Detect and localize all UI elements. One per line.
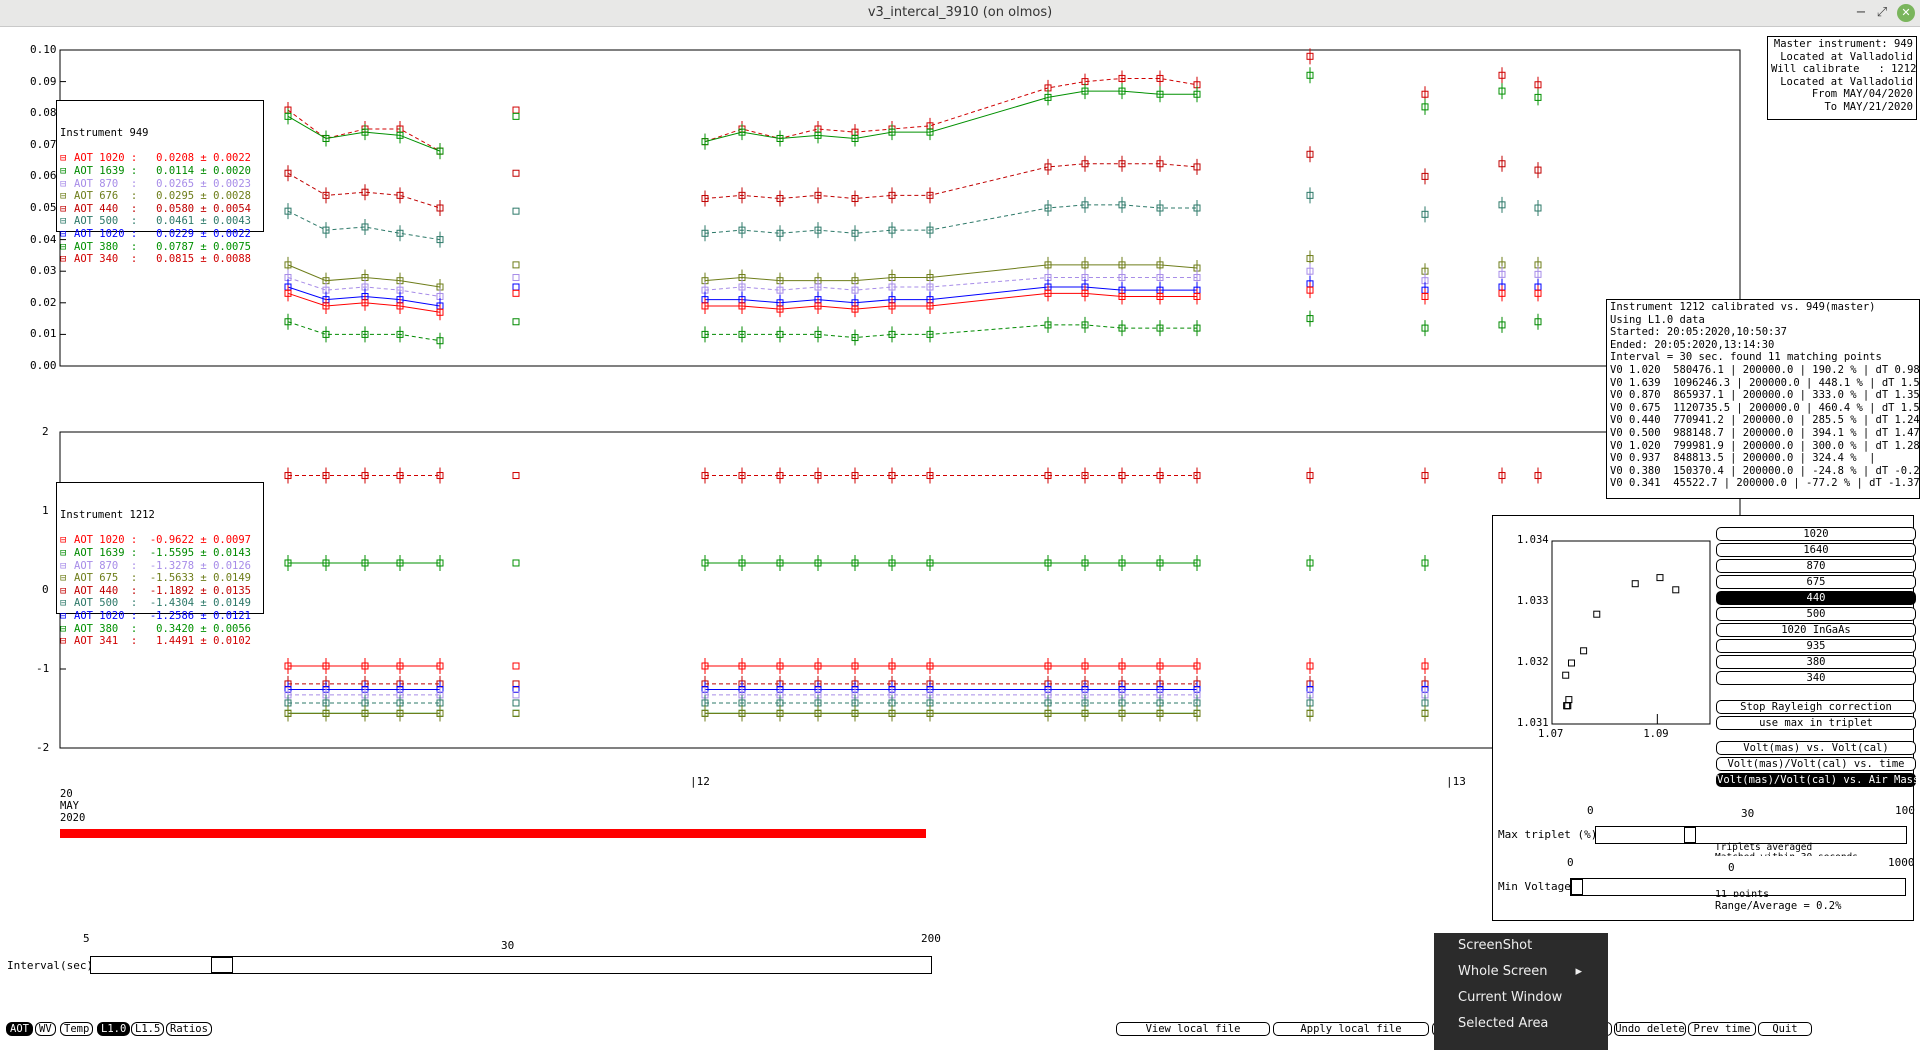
max-triplet-label: Max triplet (%) bbox=[1498, 828, 1598, 841]
quit-button[interactable]: Quit bbox=[1758, 1022, 1812, 1036]
menu-item-whole-screen[interactable]: Whole Screen ▸ bbox=[1434, 959, 1608, 985]
min-voltage-min: 0 bbox=[1567, 856, 1574, 869]
menu-item-current-window[interactable]: Current Window bbox=[1434, 985, 1608, 1011]
prev-time-button[interactable]: Prev time bbox=[1688, 1022, 1756, 1036]
wavelength-button-870[interactable]: 870 bbox=[1716, 559, 1916, 573]
interval-max: 200 bbox=[921, 932, 941, 945]
wavelength-button-1640[interactable]: 1640 bbox=[1716, 543, 1916, 557]
min-voltage-note: 11 points bbox=[1715, 889, 1770, 897]
min-voltage-label: Min Voltage bbox=[1498, 880, 1571, 893]
wavelength-button-440[interactable]: 440 bbox=[1716, 591, 1916, 605]
apply-local-file-button[interactable]: Apply local file bbox=[1273, 1022, 1429, 1036]
stop-rayleigh-button[interactable]: Stop Rayleigh correction bbox=[1716, 700, 1916, 714]
tab-wv[interactable]: WV bbox=[35, 1022, 56, 1036]
wavelength-button-1020[interactable]: 1020 bbox=[1716, 527, 1916, 541]
interval-min: 5 bbox=[83, 932, 90, 945]
max-triplet-slider-thumb[interactable] bbox=[1684, 827, 1696, 843]
max-triplet-note2: Matched within 30 seconds bbox=[1715, 852, 1858, 856]
interval-mid: 30 bbox=[501, 939, 515, 952]
tab-l15[interactable]: L1.5 bbox=[131, 1022, 165, 1036]
scatter-x-tick: 1.07 bbox=[1538, 728, 1564, 740]
wavelength-button-935[interactable]: 935 bbox=[1716, 639, 1916, 653]
scatter-y-tick: 1.034 bbox=[1517, 534, 1549, 546]
plot-mode-button[interactable]: Volt(mas)/Volt(cal) vs. Air Mass bbox=[1716, 773, 1919, 787]
wavelength-button-380[interactable]: 380 bbox=[1716, 655, 1916, 669]
min-voltage-slider-thumb[interactable] bbox=[1571, 879, 1583, 895]
min-voltage-range: Range/Average = 0.2% bbox=[1715, 900, 1842, 912]
interval-slider[interactable] bbox=[90, 956, 932, 974]
scatter-y-tick: 1.033 bbox=[1517, 595, 1549, 607]
tab-aot[interactable]: AOT bbox=[6, 1022, 33, 1036]
scatter-y-tick: 1.032 bbox=[1517, 656, 1549, 668]
scatter-x-tick: 1.09 bbox=[1643, 728, 1669, 740]
submenu-arrow-icon: ▸ bbox=[1575, 964, 1582, 979]
menu-item-screenshot[interactable]: ScreenShot bbox=[1434, 933, 1608, 959]
use-max-triplet-button[interactable]: use max in triplet bbox=[1716, 716, 1916, 730]
min-voltage-mid: 0 bbox=[1728, 861, 1735, 874]
wavelength-button-500[interactable]: 500 bbox=[1716, 607, 1916, 621]
max-triplet-mid: 30 bbox=[1741, 807, 1755, 820]
wavelength-button-675[interactable]: 675 bbox=[1716, 575, 1916, 589]
wavelength-button-340[interactable]: 340 bbox=[1716, 671, 1916, 685]
interval-slider-thumb[interactable] bbox=[211, 957, 234, 973]
plot-mode-button[interactable]: Volt(mas)/Volt(cal) vs. time bbox=[1716, 757, 1916, 771]
interval-label: Interval(sec) bbox=[7, 959, 94, 972]
undo-delete-button[interactable]: Undo delete bbox=[1614, 1022, 1686, 1036]
plot-mode-button[interactable]: Volt(mas) vs. Volt(cal) bbox=[1716, 741, 1916, 755]
tab-l10[interactable]: L1.0 bbox=[97, 1022, 131, 1036]
wavelength-button-1020-ingaas[interactable]: 1020 InGaAs bbox=[1716, 623, 1916, 637]
max-triplet-max: 100 bbox=[1895, 804, 1915, 817]
view-local-file-button[interactable]: View local file bbox=[1116, 1022, 1270, 1036]
screenshot-context-menu: ScreenShot Whole Screen ▸ Current Window … bbox=[1434, 933, 1608, 1050]
menu-item-selected-area[interactable]: Selected Area bbox=[1434, 1011, 1608, 1037]
min-voltage-max: 1000 bbox=[1888, 856, 1915, 869]
tab-ratios[interactable]: Ratios bbox=[166, 1022, 212, 1036]
tab-temp[interactable]: Temp bbox=[60, 1022, 94, 1036]
scatter-frame bbox=[1551, 540, 1711, 725]
max-triplet-min: 0 bbox=[1587, 804, 1594, 817]
